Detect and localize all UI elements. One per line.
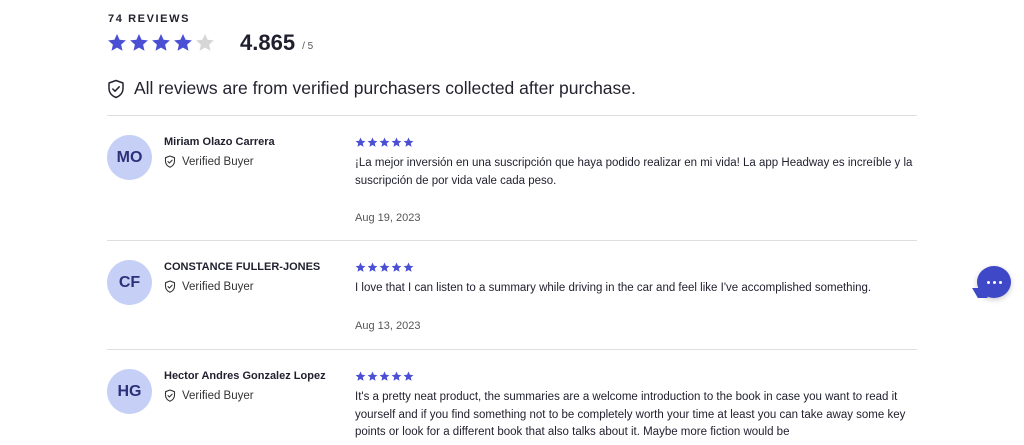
star-icon xyxy=(355,371,366,381)
chat-icon xyxy=(986,280,990,284)
review-text: ¡La mejor inversión en una suscripción q… xyxy=(355,157,913,187)
notice-text: All reviews are from verified purchasers… xyxy=(134,78,636,98)
review-item: MO Miriam Olazo Carrera Verified Buyer ¡… xyxy=(107,135,917,235)
star-icon xyxy=(379,262,390,272)
chat-icon-dot xyxy=(992,280,996,284)
review-item: HG Hector Andres Gonzalez Lopez Verified… xyxy=(107,369,917,445)
star-icon xyxy=(403,137,414,147)
score-scale: / 5 xyxy=(302,40,314,52)
star-icon xyxy=(367,371,378,381)
star-empty-icon xyxy=(196,34,214,51)
star-icon xyxy=(391,371,402,381)
divider xyxy=(107,115,917,116)
star-icon xyxy=(108,34,126,51)
divider xyxy=(107,240,917,241)
shield-check-icon xyxy=(164,280,176,293)
review-text: I love that I can listen to a summary wh… xyxy=(355,282,872,294)
rating-summary: 4.865 / 5 xyxy=(107,30,313,56)
star-icon xyxy=(367,137,378,147)
shield-check-icon xyxy=(164,389,176,402)
average-stars xyxy=(107,33,215,53)
star-icon xyxy=(379,371,390,381)
review-stars xyxy=(355,137,414,148)
star-icon xyxy=(355,262,366,272)
avatar: HG xyxy=(107,369,152,414)
shield-check-icon xyxy=(164,155,176,168)
review-item: CF CONSTANCE FULLER-JONES Verified Buyer… xyxy=(107,260,917,340)
review-text: It's a pretty neat product, the summarie… xyxy=(355,391,906,438)
star-icon xyxy=(355,137,366,147)
verified-label: Verified Buyer xyxy=(182,155,254,168)
review-stars xyxy=(355,371,414,382)
avatar: CF xyxy=(107,260,152,305)
chat-icon-dot xyxy=(998,280,1002,284)
shield-check-icon xyxy=(108,79,124,98)
average-score: 4.865 xyxy=(240,30,296,55)
reviewer-name: Hector Andres Gonzalez Lopez xyxy=(164,370,326,382)
review-date: Aug 13, 2023 xyxy=(355,320,421,332)
star-icon xyxy=(130,34,148,51)
verified-notice: All reviews are from verified purchasers… xyxy=(107,78,636,99)
review-count: 74 REVIEWS xyxy=(108,13,191,25)
star-icon xyxy=(174,34,192,51)
star-icon xyxy=(367,262,378,272)
review-date: Aug 19, 2023 xyxy=(355,212,421,224)
avatar: MO xyxy=(107,135,152,180)
star-icon xyxy=(379,137,390,147)
verified-label: Verified Buyer xyxy=(182,280,254,293)
verified-badge: Verified Buyer xyxy=(164,389,254,402)
verified-badge: Verified Buyer xyxy=(164,280,254,293)
star-icon xyxy=(391,137,402,147)
reviewer-name: CONSTANCE FULLER-JONES xyxy=(164,261,321,273)
chat-bubble-tail xyxy=(972,288,988,298)
reviewer-name: Miriam Olazo Carrera xyxy=(164,136,275,148)
review-stars xyxy=(355,262,414,273)
chat-button[interactable] xyxy=(972,266,1011,298)
divider xyxy=(107,349,917,350)
star-icon xyxy=(391,262,402,272)
star-icon xyxy=(403,262,414,272)
star-icon xyxy=(403,371,414,381)
verified-badge: Verified Buyer xyxy=(164,155,254,168)
star-icon xyxy=(152,34,170,51)
verified-label: Verified Buyer xyxy=(182,389,254,402)
